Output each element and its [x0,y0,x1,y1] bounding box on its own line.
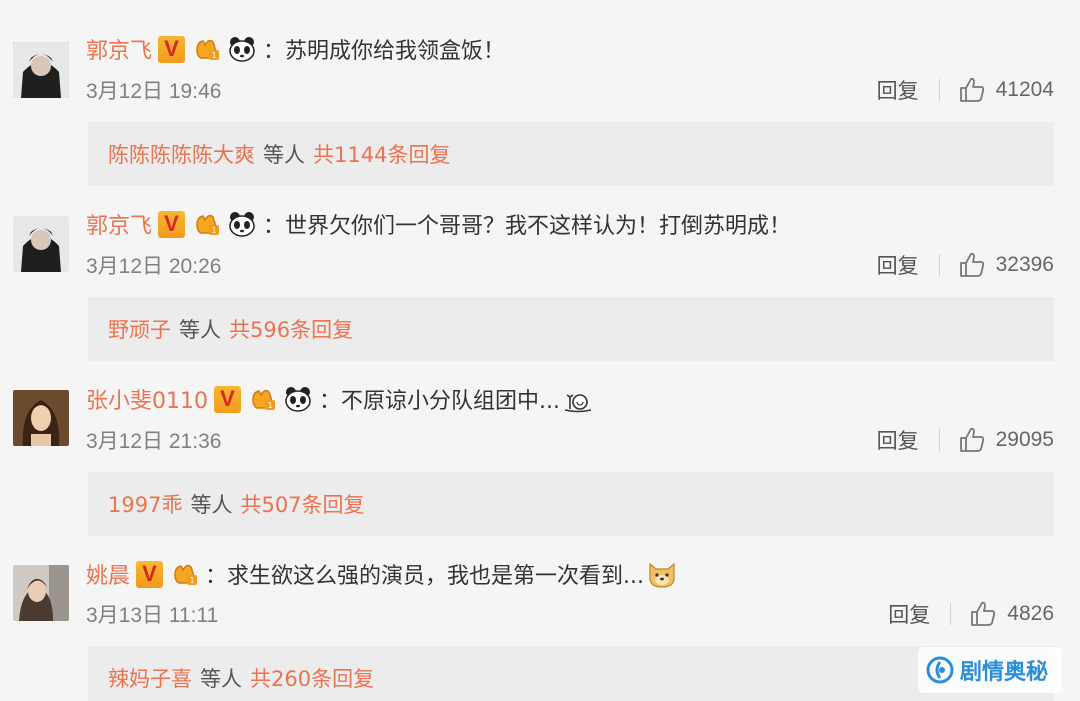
reply-total[interactable]: 共596条回复 [229,314,353,344]
verified-v-icon: V [158,210,186,238]
level-hand-icon: 1 [191,34,221,64]
reply-total[interactable]: 共1144条回复 [313,139,450,169]
comment-text: 苏明成你给我领盒饭！ [285,39,506,64]
comment-date: 3月12日 21:36 [86,430,222,453]
colon: ： [263,214,286,239]
like-count: 41204 [995,78,1054,101]
reply-names[interactable]: 野顽子 [108,314,171,344]
comment-text: 求生欲这么强的演员，我也是第一次看到... [227,564,645,589]
divider [938,254,940,276]
level-hand-icon: 1 [191,209,221,239]
username[interactable]: 郭京飞 [86,33,152,65]
colon: ： [205,564,228,589]
watermark-logo-icon [926,656,954,684]
reply-mid: 等人 [263,143,305,167]
comment-text: 不原谅小分队组团中... [341,389,560,414]
colon: ： [263,39,286,64]
reply-button[interactable]: 回复 [888,599,930,629]
reply-button[interactable]: 回复 [877,250,919,280]
reply-names[interactable]: 辣妈子喜 [108,663,192,693]
like-thumb-icon[interactable] [958,76,986,104]
watermark-text: 剧情奥秘 [959,660,1048,685]
username[interactable]: 郭京飞 [86,208,152,240]
divider [938,79,940,101]
divider [950,603,952,625]
watermark: 剧情奥秘 [917,647,1062,693]
snail-emoji-icon [564,394,592,413]
like-count: 4826 [1007,602,1054,625]
reply-names[interactable]: 1997乖 [108,489,182,519]
panda-emoji-icon [227,34,257,64]
reply-mid: 等人 [200,667,242,691]
colon: ： [319,389,342,414]
like-count: 29095 [995,428,1054,451]
reply-summary[interactable]: 1997乖 等人 共507条回复 [88,472,1054,536]
svg-text:1: 1 [267,401,272,410]
svg-text:1: 1 [211,51,216,60]
like-count: 32396 [995,253,1054,276]
avatar[interactable] [13,216,69,272]
reply-summary[interactable]: 野顽子 等人 共596条回复 [88,297,1054,361]
reply-summary[interactable]: 陈陈陈陈陈大爽 等人 共1144条回复 [88,122,1054,186]
doge-emoji-icon [649,562,675,588]
like-thumb-icon[interactable] [958,251,986,279]
svg-text:1: 1 [189,576,194,585]
comment-date: 3月12日 19:46 [86,80,222,103]
level-hand-icon: 1 [169,559,199,589]
comment-line: 郭京飞 V 1 ： 苏明成你给我领盒饭！ [86,32,505,66]
reply-mid: 等人 [179,318,221,342]
comment-line: 姚晨 V 1 ： 求生欲这么强的演员，我也是第一次看到... [86,557,678,591]
reply-names[interactable]: 陈陈陈陈陈大爽 [108,139,255,169]
like-thumb-icon[interactable] [969,600,997,628]
panda-emoji-icon [283,384,313,414]
reply-button[interactable]: 回复 [877,75,919,105]
comment-line: 郭京飞 V 1 ： 世界欠你们一个哥哥？我不这样认为！打倒苏明成！ [86,207,791,241]
level-hand-icon: 1 [247,384,277,414]
verified-v-icon: V [158,35,186,63]
reply-summary[interactable]: 辣妈子喜 等人 共260条回复 [88,646,1054,701]
verified-v-icon: V [214,385,241,413]
username[interactable]: 姚晨 [86,558,130,590]
reply-mid: 等人 [190,493,233,517]
comment-text: 世界欠你们一个哥哥？我不这样认为！打倒苏明成！ [285,214,792,239]
like-thumb-icon[interactable] [958,426,986,454]
comment-date: 3月12日 20:26 [86,255,222,278]
svg-text:1: 1 [211,226,216,235]
reply-total[interactable]: 共507条回复 [240,489,364,519]
avatar[interactable] [13,565,69,621]
divider [938,429,940,451]
reply-button[interactable]: 回复 [877,425,919,455]
username[interactable]: 张小斐0110 [86,383,208,415]
comment-actions: 回复 4826 [888,598,1054,630]
avatar[interactable] [13,42,69,98]
comment-actions: 回复 29095 [877,424,1054,456]
comment-line: 张小斐0110 V 1 ： 不原谅小分队组团中... [86,382,594,416]
verified-v-icon: V [136,560,164,588]
comment-date: 3月13日 11:11 [86,604,219,627]
panda-emoji-icon [227,209,257,239]
avatar[interactable] [13,390,69,446]
comment-actions: 回复 41204 [877,74,1054,106]
reply-total[interactable]: 共260条回复 [250,663,374,693]
comment-actions: 回复 32396 [877,249,1054,281]
